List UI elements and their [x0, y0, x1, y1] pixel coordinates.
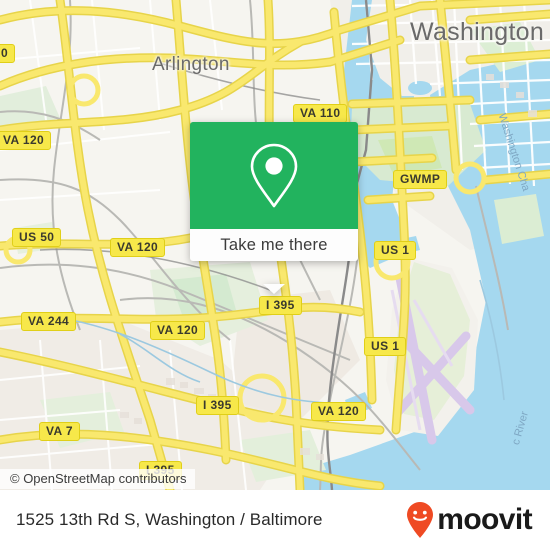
address-label: 1525 13th Rd S, Washington / Baltimore	[16, 510, 323, 529]
take-me-there-label: Take me there	[220, 235, 328, 254]
road-shield[interactable]: US 50	[12, 228, 62, 247]
map-pin-icon	[250, 143, 298, 207]
road-shield[interactable]: VA 110	[293, 104, 348, 123]
popup-icon-area	[190, 122, 358, 229]
road-shield[interactable]: 0	[0, 44, 16, 63]
road-shield[interactable]: I 395	[196, 396, 239, 415]
location-popup-card[interactable]: Take me there	[190, 122, 358, 294]
moovit-map-screen: Washington Arlington Washington Cha c Ri…	[0, 0, 550, 550]
take-me-there-button[interactable]: Take me there	[190, 229, 358, 261]
road-shield[interactable]: VA 120	[311, 402, 367, 421]
road-shield[interactable]: I 395	[259, 296, 302, 315]
road-shield[interactable]: US 1	[364, 337, 407, 356]
road-shield[interactable]: VA 7	[39, 422, 80, 441]
moovit-logo[interactable]: moovit	[405, 501, 533, 539]
map-canvas[interactable]: Washington Arlington Washington Cha c Ri…	[0, 0, 550, 490]
osm-attribution[interactable]: © OpenStreetMap contributors	[0, 469, 195, 489]
road-shield[interactable]: VA 120	[110, 238, 166, 257]
road-shield[interactable]: VA 244	[21, 312, 77, 331]
footer-bar: 1525 13th Rd S, Washington / Baltimore m…	[0, 490, 550, 550]
moovit-smiley-pin-icon	[407, 502, 434, 538]
road-shield[interactable]: US 1	[374, 241, 417, 260]
popup-tail	[263, 284, 285, 294]
road-shield[interactable]: VA 120	[0, 131, 52, 150]
road-shield[interactable]: VA 120	[150, 321, 206, 340]
road-shield[interactable]: GWMP	[393, 170, 448, 189]
moovit-wordmark: moovit	[437, 503, 532, 536]
